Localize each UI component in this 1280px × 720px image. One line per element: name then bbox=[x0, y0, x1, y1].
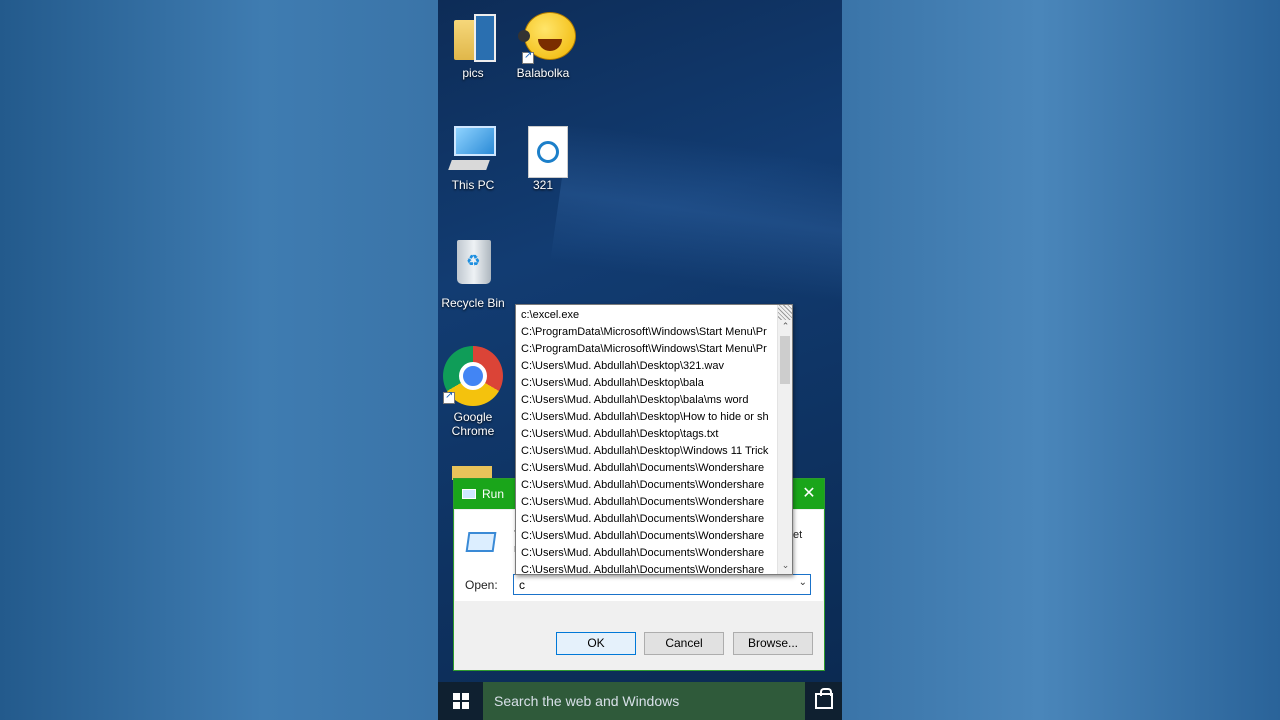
autocomplete-item[interactable]: C:\ProgramData\Microsoft\Windows\Start M… bbox=[516, 341, 778, 358]
desktop-icon-label: pics bbox=[462, 66, 484, 80]
recycle-bin-icon bbox=[448, 236, 498, 286]
autocomplete-item[interactable]: C:\Users\Mud. Abdullah\Desktop\bala bbox=[516, 375, 778, 392]
desktop-icon-321[interactable]: 321 bbox=[508, 122, 578, 192]
desktop-icon-balabolka[interactable]: Balabolka bbox=[508, 12, 578, 80]
run-title: Run bbox=[482, 487, 505, 501]
desktop-icon-google-chrome[interactable]: Google Chrome bbox=[438, 346, 508, 438]
windows-logo-icon bbox=[452, 693, 469, 709]
scrollbar[interactable]: ⌃ ⌄ bbox=[777, 305, 792, 574]
shortcut-arrow-icon bbox=[443, 390, 455, 404]
autocomplete-item[interactable]: C:\Users\Mud. Abdullah\Documents\Wonders… bbox=[516, 545, 778, 562]
desktop-icon-pics[interactable]: pics bbox=[438, 12, 508, 80]
scroll-down-icon[interactable]: ⌄ bbox=[778, 560, 792, 574]
scrollbar-thumb[interactable] bbox=[780, 336, 790, 384]
desktop-icon-recycle-bin[interactable]: Recycle Bin bbox=[438, 236, 508, 310]
desktop-icon-label: Recycle Bin bbox=[441, 296, 505, 310]
autocomplete-item[interactable]: C:\Users\Mud. Abdullah\Documents\Wonders… bbox=[516, 477, 778, 494]
desktop-icon-label: 321 bbox=[532, 178, 554, 192]
balabolka-icon bbox=[518, 12, 576, 64]
scroll-up-icon[interactable]: ⌃ bbox=[778, 321, 792, 335]
taskbar: Search the web and Windows bbox=[438, 682, 842, 720]
open-input-value: c bbox=[519, 578, 525, 592]
run-program-icon bbox=[465, 532, 497, 552]
desktop-icon-label: Google Chrome bbox=[451, 410, 495, 438]
chevron-down-icon[interactable]: ⌄ bbox=[799, 577, 807, 588]
chrome-icon bbox=[443, 346, 503, 406]
taskbar-search-box[interactable]: Search the web and Windows bbox=[483, 682, 805, 720]
autocomplete-item[interactable]: C:\Users\Mud. Abdullah\Documents\Wonders… bbox=[516, 494, 778, 511]
autocomplete-item[interactable]: C:\Users\Mud. Abdullah\Documents\Wonders… bbox=[516, 528, 778, 545]
blurred-background-right bbox=[842, 0, 1280, 720]
autocomplete-item[interactable]: C:\Users\Mud. Abdullah\Documents\Wonders… bbox=[516, 460, 778, 477]
shortcut-arrow-icon bbox=[522, 50, 534, 64]
desktop-icon-this-pc[interactable]: This PC bbox=[438, 124, 508, 192]
autocomplete-item[interactable]: C:\Users\Mud. Abdullah\Desktop\Windows 1… bbox=[516, 443, 778, 460]
wallpaper-light-beam bbox=[550, 122, 842, 318]
autocomplete-item[interactable]: C:\Users\Mud. Abdullah\Desktop\How to hi… bbox=[516, 409, 778, 426]
resize-grip-icon[interactable] bbox=[778, 305, 792, 320]
store-bag-icon bbox=[814, 688, 833, 709]
autocomplete-items: c:\excel.exe C:\ProgramData\Microsoft\Win… bbox=[516, 307, 778, 574]
autocomplete-item[interactable]: C:\Users\Mud. Abdullah\Desktop\321.wav bbox=[516, 358, 778, 375]
browse-button[interactable]: Browse... bbox=[733, 632, 813, 655]
blurred-background-left bbox=[0, 0, 438, 720]
description-fragment: et bbox=[793, 529, 803, 541]
start-button[interactable] bbox=[438, 682, 483, 720]
run-icon-small bbox=[462, 489, 476, 499]
autocomplete-item[interactable]: C:\Users\Mud. Abdullah\Desktop\tags.txt bbox=[516, 426, 778, 443]
autocomplete-item[interactable]: c:\excel.exe bbox=[516, 307, 778, 324]
autocomplete-item[interactable]: C:\Users\Mud. Abdullah\Desktop\bala\ms w… bbox=[516, 392, 778, 409]
cancel-button[interactable]: Cancel bbox=[644, 632, 724, 655]
desktop-icon-label: This PC bbox=[451, 178, 495, 192]
audio-file-icon bbox=[518, 122, 568, 178]
ok-button[interactable]: OK bbox=[556, 632, 636, 655]
open-label: Open: bbox=[465, 578, 498, 592]
close-button[interactable]: ✕ bbox=[794, 479, 824, 509]
autocomplete-item[interactable]: C:\Users\Mud. Abdullah\Documents\Wonders… bbox=[516, 562, 778, 574]
open-input[interactable]: c ⌄ bbox=[513, 574, 811, 595]
computer-icon bbox=[448, 124, 498, 174]
desktop-icon-label: Balabolka bbox=[516, 66, 570, 80]
autocomplete-item[interactable]: C:\ProgramData\Microsoft\Windows\Start M… bbox=[516, 324, 778, 341]
autocomplete-list: c:\excel.exe C:\ProgramData\Microsoft\Win… bbox=[515, 304, 793, 575]
store-button[interactable] bbox=[805, 682, 842, 720]
folder-icon bbox=[448, 12, 498, 62]
autocomplete-item[interactable]: C:\Users\Mud. Abdullah\Documents\Wonders… bbox=[516, 511, 778, 528]
